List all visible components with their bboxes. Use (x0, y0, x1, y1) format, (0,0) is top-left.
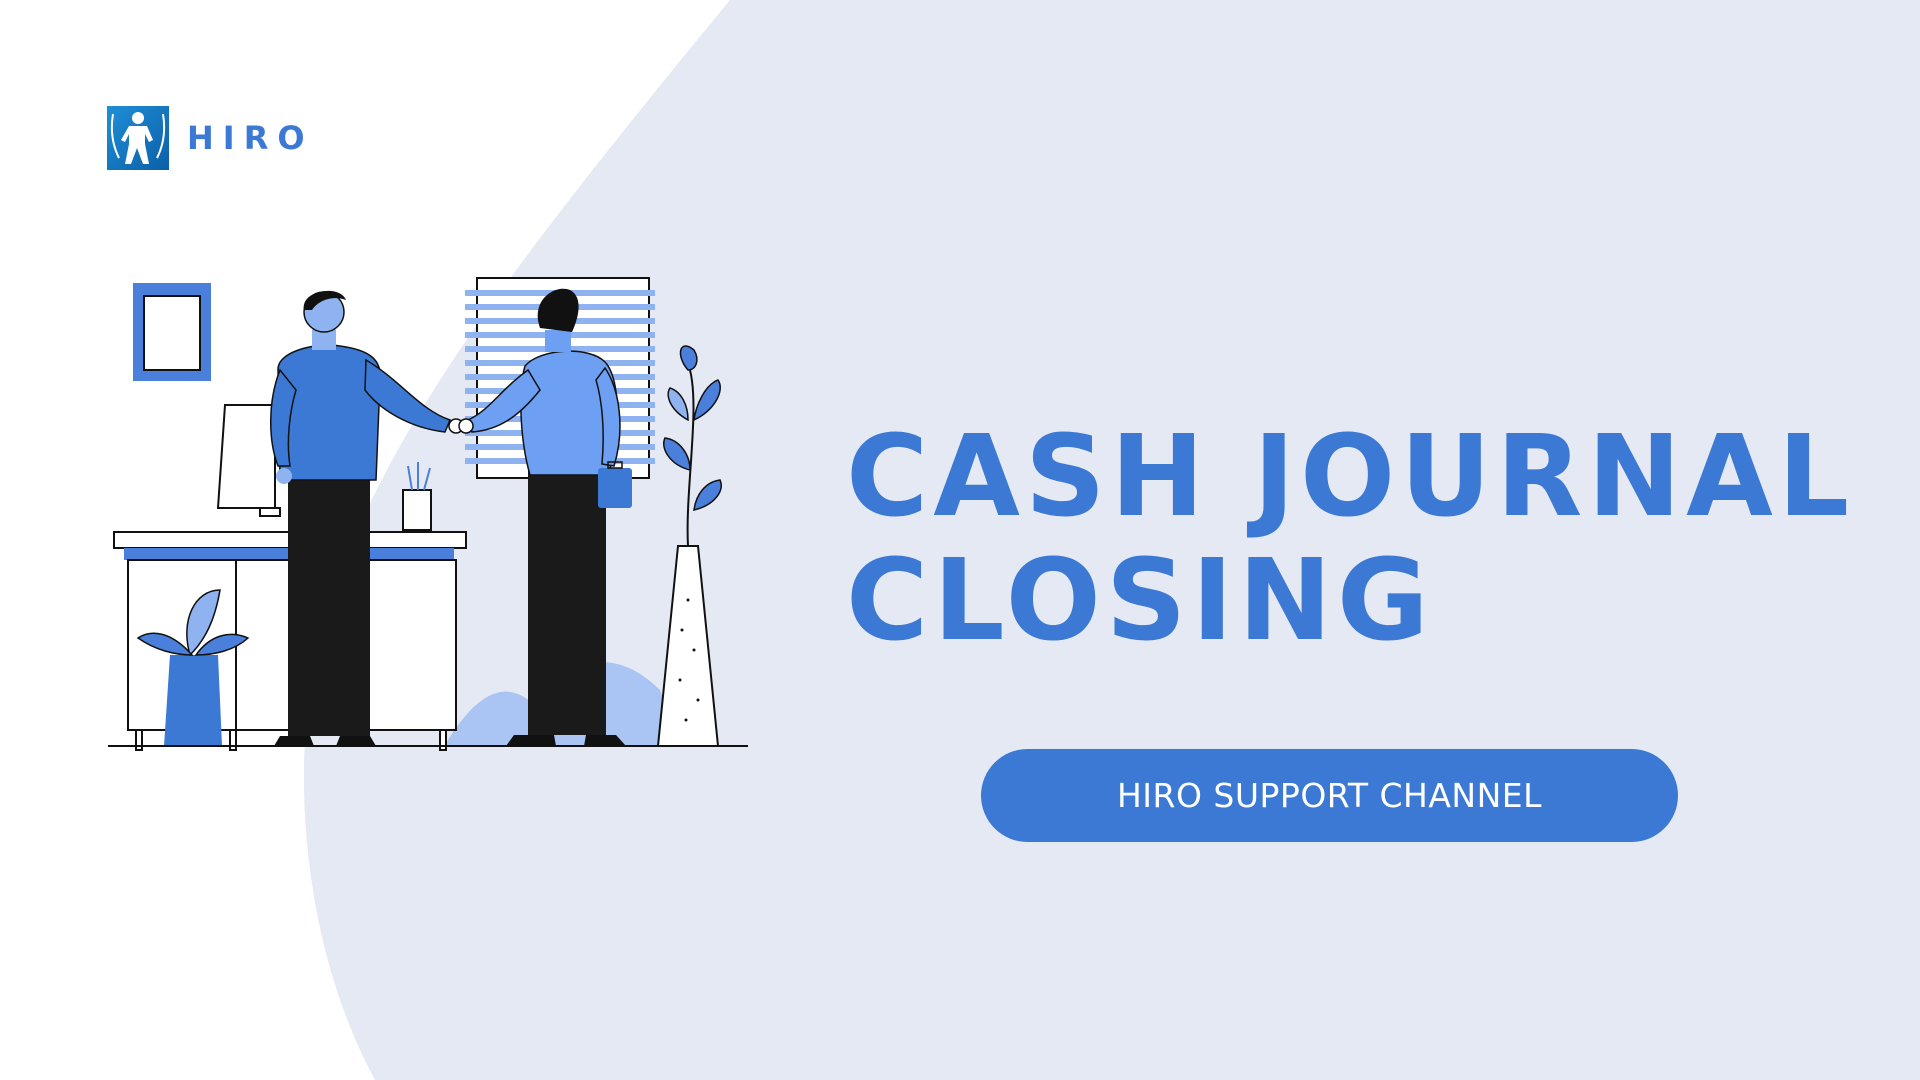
support-channel-button[interactable]: HIRO SUPPORT CHANNEL (981, 749, 1678, 842)
slide-title: CASH JOURNAL CLOSING (846, 412, 1855, 666)
pencil-cup (402, 462, 432, 531)
brand-name: HIRO (187, 119, 314, 157)
title-line-2: CLOSING (846, 536, 1434, 666)
wall-frame (133, 283, 211, 381)
vase-plant (656, 345, 722, 747)
brand-logo: HIRO (107, 106, 314, 170)
robot-figure-icon (107, 106, 169, 170)
title-line-1: CASH JOURNAL (846, 412, 1855, 542)
business-handshake-illustration (108, 277, 748, 751)
